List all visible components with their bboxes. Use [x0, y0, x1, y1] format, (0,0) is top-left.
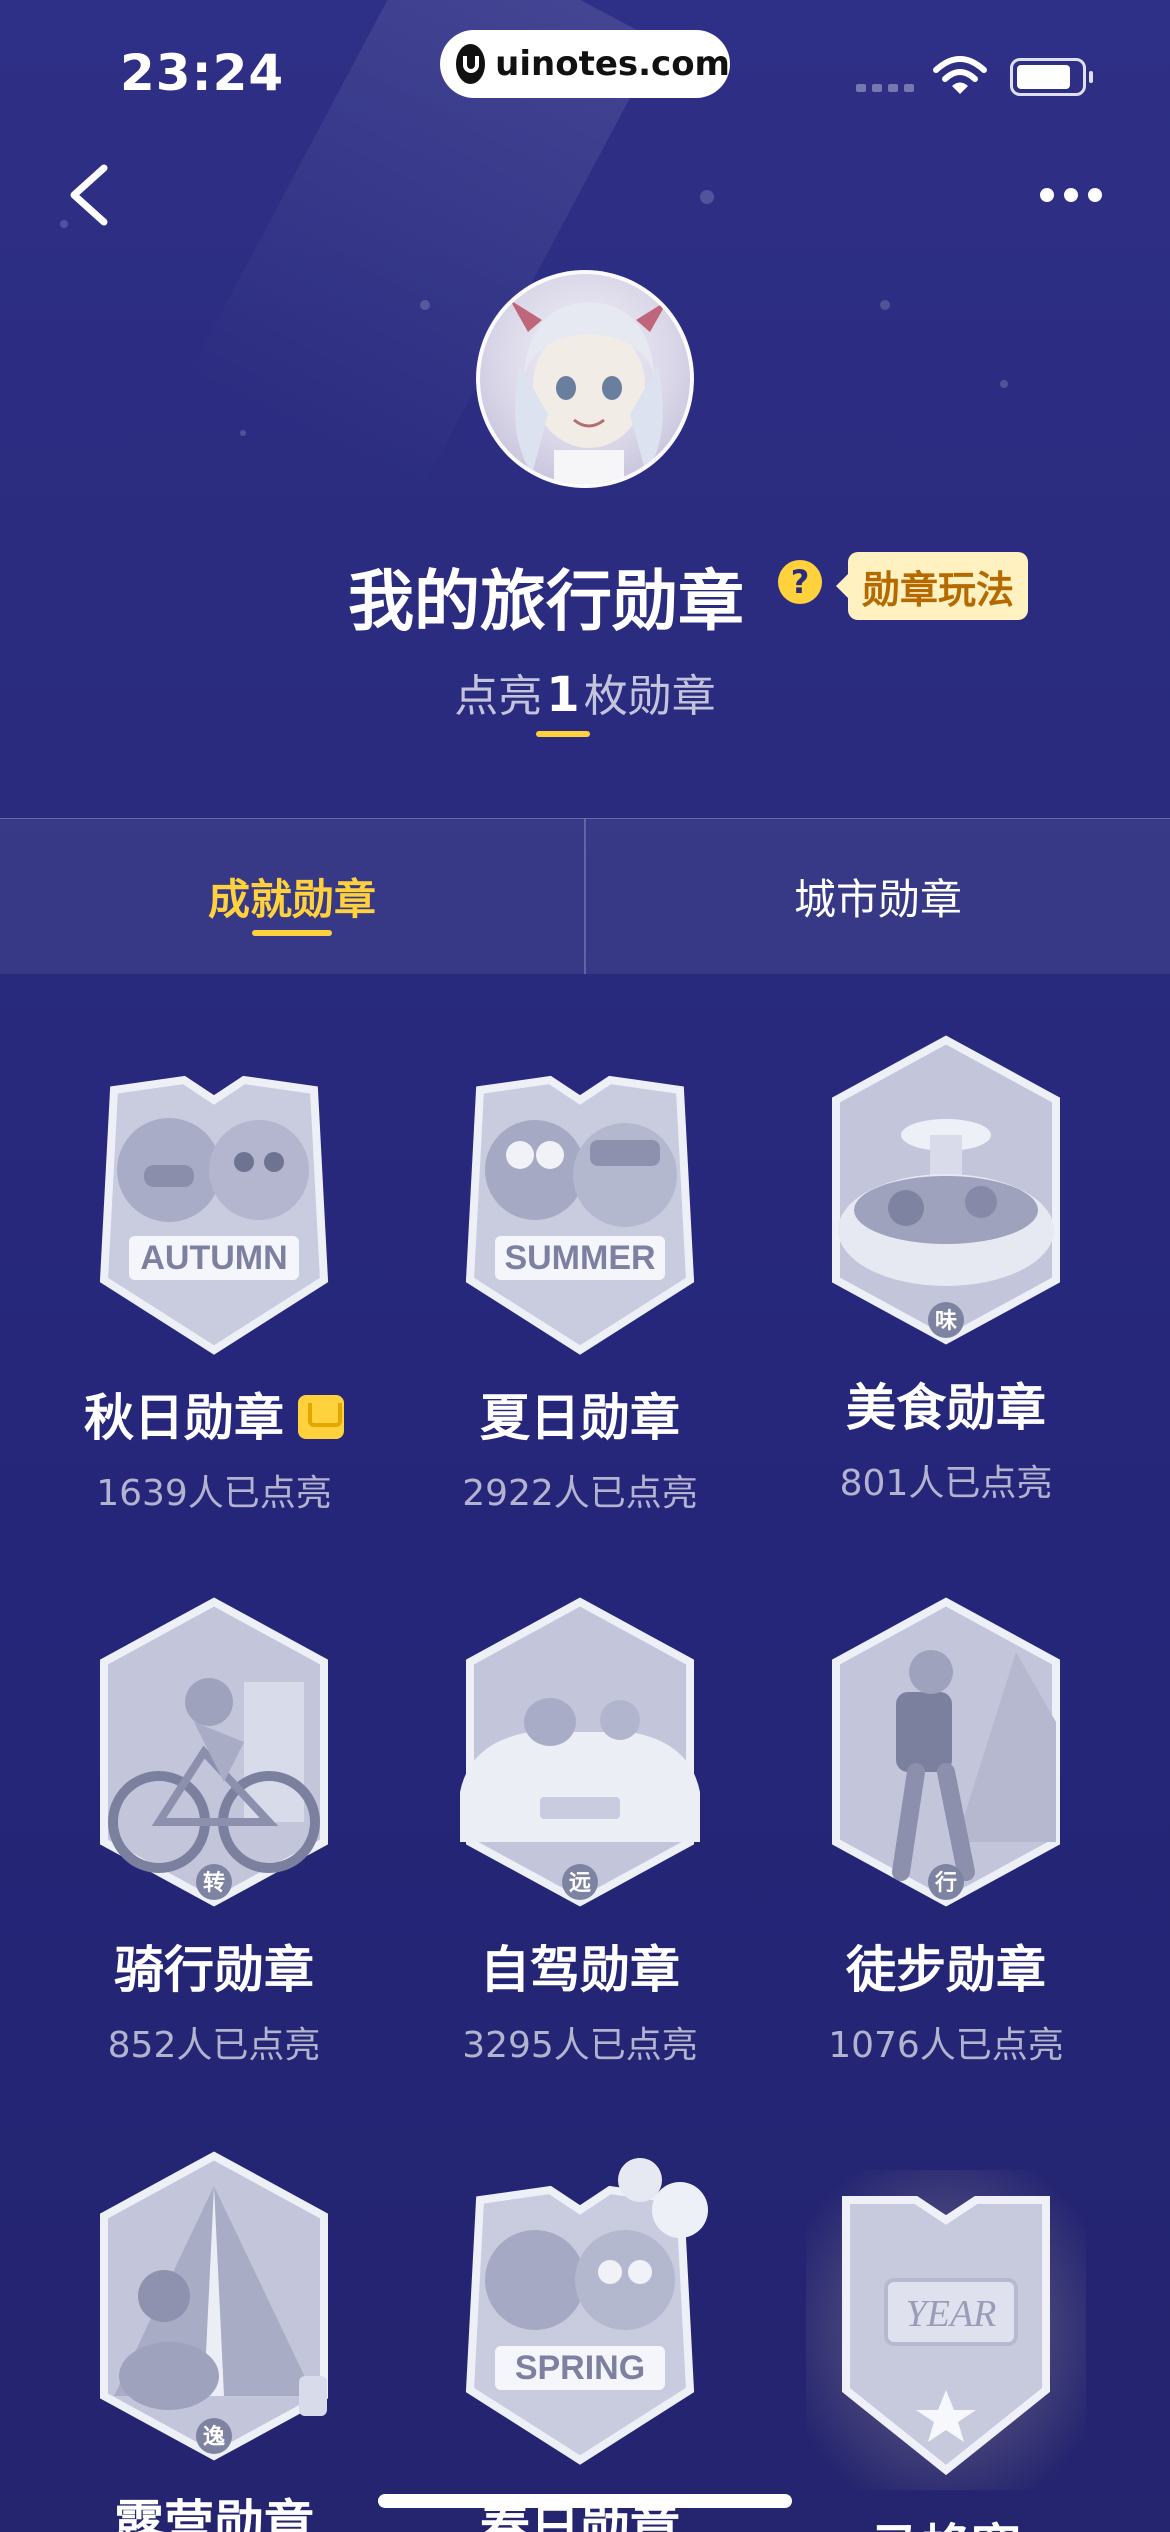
- badge-name: 自驾勋章: [480, 1941, 680, 1999]
- signal-icon: [856, 84, 914, 92]
- badge-name: 露营勋章: [114, 2495, 314, 2532]
- more-options-button[interactable]: [1040, 180, 1120, 210]
- badge-rules-button[interactable]: 勋章玩法: [835, 552, 1029, 620]
- badge-name: 美食勋章: [846, 1379, 1046, 1437]
- badge-name: 徒步勋章: [846, 1941, 1046, 1999]
- tab-city-badges[interactable]: 城市勋章: [586, 819, 1170, 974]
- badge-name: 马蜂窝: [776, 2508, 1116, 2532]
- page-title: 我的旅行勋章: [348, 563, 744, 640]
- badge-camping[interactable]: 逸 露营勋章: [44, 2146, 384, 2532]
- spring-badge-art: SPRING: [440, 2150, 720, 2470]
- hiking-seal-text: 行: [934, 1870, 957, 1896]
- badge-autumn[interactable]: AUTUMN 秋日勋章 1639人已点亮: [44, 1040, 384, 1516]
- badge-count: 1076人已点亮: [828, 2025, 1064, 2066]
- wifi-icon: [933, 56, 987, 94]
- badge-name: 骑行勋章: [114, 1941, 314, 1999]
- hiking-badge-art: 行: [806, 1592, 1086, 1912]
- camping-badge-art: 逸: [74, 2146, 354, 2466]
- road-trip-badge-art: 远: [440, 1592, 720, 1912]
- badge-cycling[interactable]: 转 骑行勋章 852人已点亮: [44, 1592, 384, 2068]
- badge-count: 852人已点亮: [107, 2025, 321, 2066]
- badge-count: 801人已点亮: [839, 1463, 1053, 1504]
- tab-achievement-badges[interactable]: 成就勋章: [0, 819, 584, 974]
- summer-badge-art: SUMMER: [440, 1040, 720, 1360]
- crown-icon: [298, 1395, 344, 1439]
- help-icon[interactable]: ?: [778, 560, 822, 604]
- summer-banner-text: SUMMER: [504, 1239, 655, 1277]
- camping-seal-text: 逸: [203, 2424, 225, 2450]
- badge-road-trip[interactable]: 远 自驾勋章 3295人已点亮: [410, 1592, 750, 2068]
- food-seal-text: 味: [935, 1309, 957, 1334]
- badge-mafengwo[interactable]: YEAR 马蜂窝: [776, 2170, 1116, 2532]
- badge-tabs: 成就勋章 城市勋章: [0, 818, 1170, 974]
- count-prefix: 点亮: [454, 671, 543, 722]
- road-trip-seal-text: 远: [569, 1871, 591, 1896]
- lit-badge-count: 点亮1枚勋章: [0, 660, 1170, 724]
- spring-banner-text: SPRING: [515, 2349, 645, 2387]
- badge-summer[interactable]: SUMMER 夏日勋章 2922人已点亮: [410, 1040, 750, 1516]
- badge-count: 3295人已点亮: [462, 2025, 698, 2066]
- mafengwo-plate-text: YEAR: [906, 2293, 997, 2335]
- avatar[interactable]: [476, 270, 694, 488]
- autumn-badge-art: AUTUMN: [74, 1040, 354, 1360]
- watermark-text: uinotes.com: [495, 44, 730, 84]
- battery-icon: [1010, 58, 1093, 96]
- badge-food[interactable]: 味 美食勋章 801人已点亮: [776, 1030, 1116, 1506]
- watermark: uinotes.com: [440, 30, 730, 98]
- badge-hiking[interactable]: 行 徒步勋章 1076人已点亮: [776, 1592, 1116, 2068]
- count-value: 1: [542, 667, 583, 723]
- home-indicator[interactable]: [378, 2494, 792, 2508]
- autumn-banner-text: AUTUMN: [140, 1239, 287, 1277]
- status-time: 23:24: [120, 44, 285, 102]
- count-suffix: 枚勋章: [583, 671, 716, 722]
- badge-count: 2922人已点亮: [462, 1473, 698, 1514]
- cycling-seal-text: 转: [203, 1870, 225, 1896]
- badge-name: 秋日勋章: [84, 1389, 284, 1447]
- cycling-badge-art: 转: [74, 1592, 354, 1912]
- screen: 23:24 uinotes.com 我的旅行勋章 ? 勋章玩法 点亮1枚勋章 成…: [0, 0, 1170, 2532]
- badge-spring[interactable]: SPRING 春日勋章: [410, 2150, 750, 2532]
- mafengwo-badge-art: YEAR: [806, 2170, 1086, 2490]
- watermark-logo-icon: [456, 44, 486, 84]
- badge-name: 夏日勋章: [480, 1389, 680, 1447]
- food-badge-art: 味: [806, 1030, 1086, 1350]
- badge-count: 1639人已点亮: [96, 1473, 332, 1514]
- back-button[interactable]: [60, 160, 120, 230]
